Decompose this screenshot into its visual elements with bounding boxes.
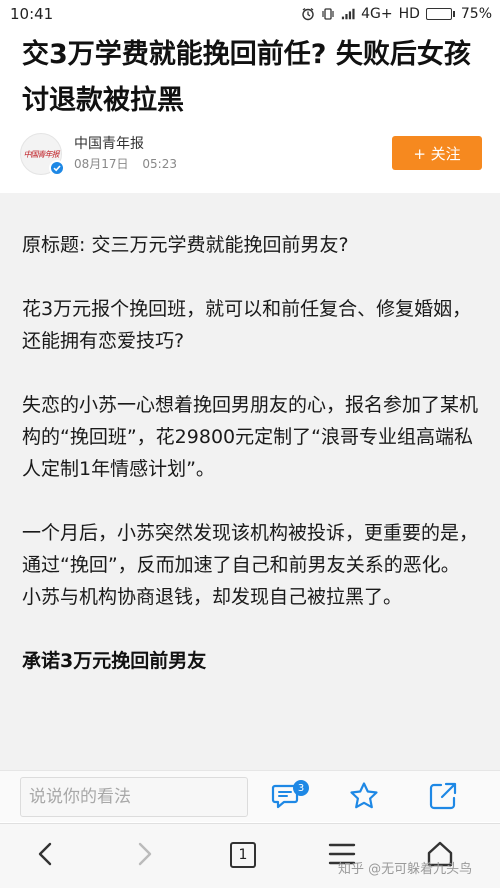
- vibrate-icon: [322, 8, 334, 20]
- hd-indicator: HD: [398, 6, 420, 22]
- section-heading: 承诺3万元挽回前男友: [22, 650, 207, 672]
- paragraph: 原标题: 交三万元学费就能挽回前男友?: [22, 234, 349, 256]
- network-type: 4G+: [361, 6, 393, 22]
- forward-icon[interactable]: [128, 838, 160, 870]
- publish-clock: 05:23: [142, 157, 177, 171]
- status-bar: 10:41 4G+ HD 75%: [0, 0, 500, 28]
- status-icons: 4G+ HD 75%: [301, 6, 492, 22]
- author-name[interactable]: 中国青年报: [74, 135, 177, 153]
- share-icon[interactable]: [427, 780, 459, 812]
- verified-icon: [49, 160, 65, 176]
- battery-percent: 75%: [460, 6, 492, 22]
- article-body: 原标题: 交三万元学费就能挽回前男友? 花3万元报个挽回班，就可以和前任复合、修…: [0, 193, 500, 770]
- alarm-icon: [302, 7, 314, 21]
- back-icon[interactable]: [30, 838, 62, 870]
- comment-input[interactable]: [20, 776, 248, 817]
- comment-count-badge: 3: [293, 780, 309, 796]
- avatar[interactable]: 中国青年报: [20, 133, 65, 176]
- author-info: 中国青年报 08月17日 05:23: [74, 135, 177, 173]
- tab-count-button[interactable]: 1: [230, 842, 256, 868]
- follow-button[interactable]: + 关注: [392, 136, 482, 170]
- signal-icon: [341, 8, 355, 20]
- paragraph: 花3万元报个挽回班，就可以和前任复合、修复婚姻，还能拥有恋爱技巧?: [22, 298, 472, 352]
- paragraph: 失恋的小苏一心想着挽回男朋友的心，报名参加了某机构的“挽回班”，花29800元定…: [22, 394, 479, 480]
- publish-time: 08月17日 05:23: [74, 155, 177, 173]
- author-row: 中国青年报 中国青年报 08月17日 05:23 + 关注: [20, 132, 482, 176]
- status-time: 10:41: [10, 5, 54, 23]
- publish-date: 08月17日: [74, 157, 129, 171]
- paragraph: 一个月后，小苏突然发现该机构被投诉，更重要的是，通过“挽回”，反而加速了自己和前…: [22, 522, 479, 608]
- watermark: 知乎 @无可躲着九头鸟: [338, 862, 473, 877]
- comment-bar: [0, 770, 500, 822]
- article-title: 交3万学费就能挽回前任? 失败后女孩讨退款被拉黑: [22, 39, 471, 116]
- battery-icon: [425, 8, 455, 20]
- avatar-logo: 中国青年报: [23, 149, 60, 159]
- star-icon[interactable]: [348, 780, 380, 812]
